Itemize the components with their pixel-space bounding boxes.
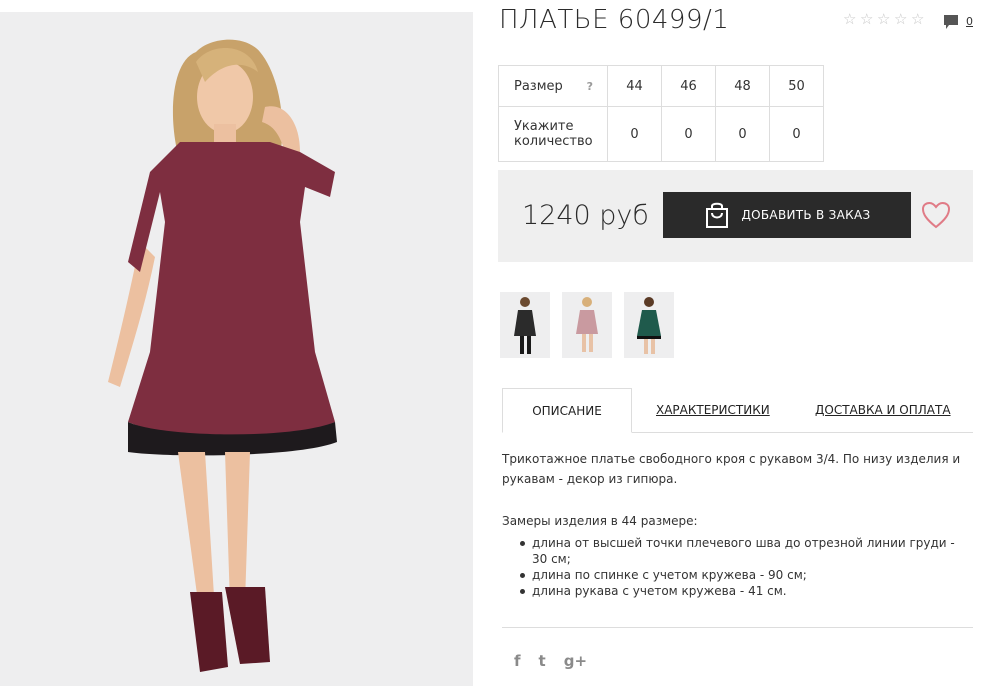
google-plus-icon[interactable]: g+ <box>564 651 587 671</box>
social-share: f t g+ <box>514 651 587 671</box>
size-table: Размер ? 44 46 48 50 Укажите количество … <box>498 65 824 162</box>
star-icon[interactable]: ☆ <box>894 12 909 27</box>
thumbnail-green-dress[interactable] <box>624 292 674 358</box>
quantity-label-line2: количество <box>514 134 593 149</box>
add-to-order-button[interactable]: ДОБАВИТЬ В ЗАКАЗ <box>663 192 911 238</box>
tab-characteristics[interactable]: ХАРАКТЕРИСТИКИ <box>656 388 770 433</box>
star-icon[interactable]: ☆ <box>911 12 926 27</box>
product-photo[interactable] <box>0 12 473 686</box>
size-50: 50 <box>769 65 824 107</box>
quantity-label-line1: Укажите <box>514 119 574 134</box>
quantity-input-46[interactable]: 0 <box>661 106 716 162</box>
add-to-order-label: ДОБАВИТЬ В ЗАКАЗ <box>741 208 871 222</box>
price-box: 1240 руб ДОБАВИТЬ В ЗАКАЗ <box>498 170 973 262</box>
quantity-input-50[interactable]: 0 <box>769 106 824 162</box>
twitter-icon[interactable]: t <box>539 651 546 671</box>
star-icon[interactable]: ☆ <box>860 12 875 27</box>
shopping-bag-icon <box>706 202 729 228</box>
thumbnail-image <box>514 297 536 354</box>
help-icon[interactable]: ? <box>587 80 593 93</box>
color-thumbnails <box>500 292 674 358</box>
measure-item: длина рукава с учетом кружева - 41 см. <box>518 583 964 599</box>
size-48: 48 <box>715 65 770 107</box>
quantity-input-44[interactable]: 0 <box>607 106 662 162</box>
size-44: 44 <box>607 65 662 107</box>
comment-count-link[interactable]: 0 <box>966 15 973 28</box>
price: 1240 руб <box>522 200 649 231</box>
product-title: ПЛАТЬЕ 60499/1 <box>499 5 730 35</box>
measure-item: длина по спинке с учетом кружева - 90 см… <box>518 567 964 583</box>
wishlist-heart-icon[interactable] <box>921 201 951 229</box>
thumbnail-black-dress[interactable] <box>500 292 550 358</box>
thumbnail-image <box>576 297 598 352</box>
description-text: Трикотажное платье свободного кроя с рук… <box>502 452 961 486</box>
size-label: Размер <box>514 78 563 94</box>
tab-description[interactable]: ОПИСАНИЕ <box>502 388 632 433</box>
model-illustration <box>108 39 337 672</box>
tab-delivery[interactable]: ДОСТАВКА И ОПЛАТА <box>815 388 951 433</box>
measure-item: длина от высшей точки плечевого шва до о… <box>518 535 964 567</box>
comment-icon[interactable] <box>943 14 959 30</box>
thumbnail-pink-dress[interactable] <box>562 292 612 358</box>
quantity-label: Укажите количество <box>498 106 608 162</box>
size-46: 46 <box>661 65 716 107</box>
rating-stars[interactable]: ☆ ☆ ☆ ☆ ☆ <box>843 12 926 27</box>
thumbnail-image <box>637 297 661 354</box>
size-label-cell: Размер ? <box>498 65 608 107</box>
quantity-input-48[interactable]: 0 <box>715 106 770 162</box>
star-icon[interactable]: ☆ <box>843 12 858 27</box>
product-tabs: ОПИСАНИЕ ХАРАКТЕРИСТИКИ ДОСТАВКА И ОПЛАТ… <box>502 388 973 433</box>
facebook-icon[interactable]: f <box>514 651 521 671</box>
measures-list: длина от высшей точки плечевого шва до о… <box>518 535 964 599</box>
star-icon[interactable]: ☆ <box>877 12 892 27</box>
divider <box>502 627 973 628</box>
measures-title: Замеры изделия в 44 размере: <box>502 514 698 528</box>
